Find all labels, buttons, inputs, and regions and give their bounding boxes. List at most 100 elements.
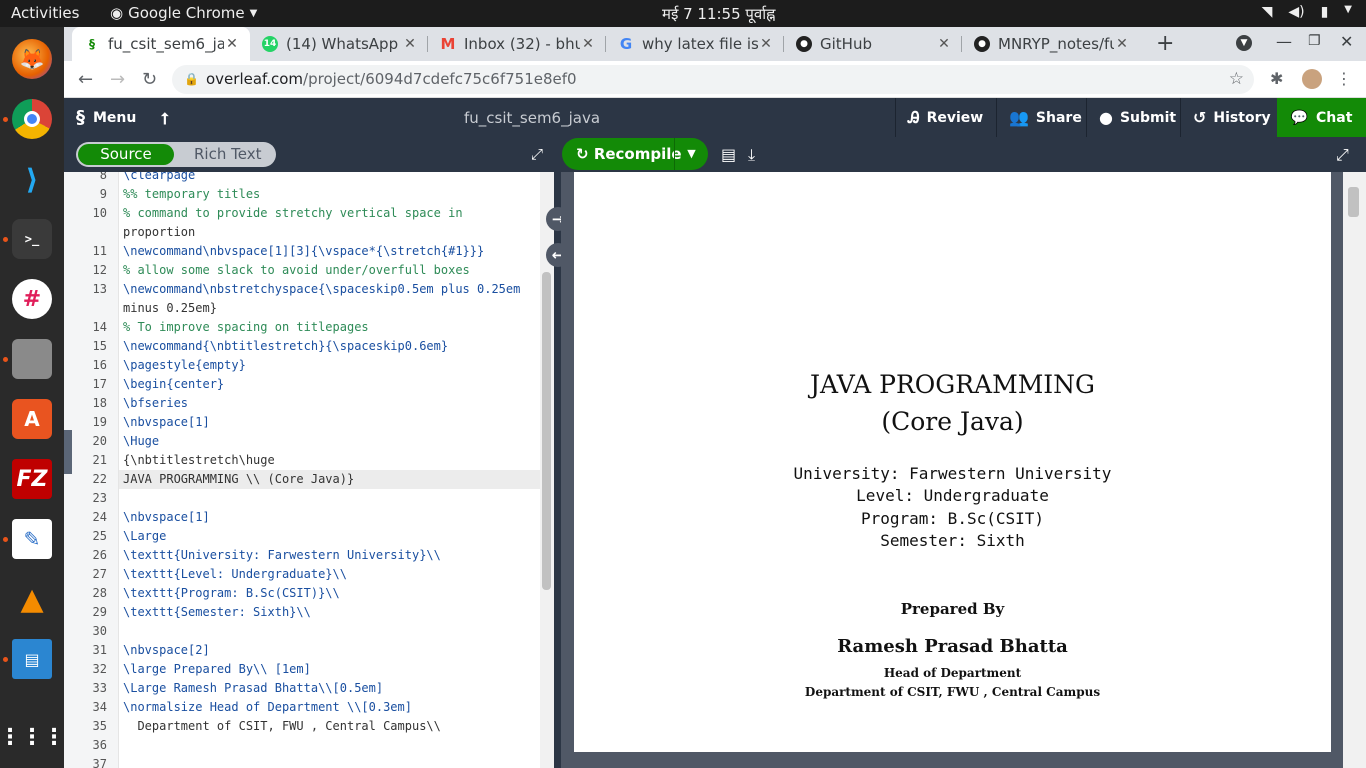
review-icon: Ꭿ <box>908 107 920 127</box>
code-line[interactable]: proportion <box>123 223 543 242</box>
history-button[interactable]: ↺ History <box>1180 98 1277 137</box>
code-line[interactable]: JAVA PROGRAMMING \\ (Core Java)} <box>123 470 543 489</box>
code-line[interactable]: %% temporary titles <box>123 185 543 204</box>
logs-icon[interactable]: ▤ <box>721 145 736 164</box>
avatar[interactable] <box>1302 69 1322 89</box>
tab-github[interactable]: ● GitHub ✕ <box>784 27 962 61</box>
code-line[interactable]: \large Prepared By\\ [1em] <box>123 660 543 679</box>
code-editor[interactable]: 8 \clearpage 9 %% temporary titles 10 % comma… <box>64 172 554 768</box>
code-line[interactable]: \nbvspace[1] <box>123 508 543 527</box>
more-menu-icon[interactable]: ⋮ <box>1336 69 1352 88</box>
vlc-icon[interactable]: ▲ <box>12 579 52 619</box>
slack-icon[interactable]: # <box>12 279 52 319</box>
code-line[interactable]: \texttt{Program: B.Sc(CSIT)}\\ <box>123 584 543 603</box>
rich-text-mode-button[interactable]: Rich Text <box>194 144 261 165</box>
reload-button[interactable]: ↻ <box>142 69 157 90</box>
new-tab-button[interactable]: + <box>1156 31 1174 56</box>
system-tray[interactable]: ◥ ◀) ▮ ▼ <box>1262 4 1352 20</box>
share-button[interactable]: 👥 Share <box>996 98 1087 137</box>
scrollbar-thumb[interactable] <box>1348 187 1359 217</box>
close-icon[interactable]: ✕ <box>580 36 596 52</box>
code-line[interactable]: \texttt{Level: Undergraduate}\\ <box>123 565 543 584</box>
software-center-icon[interactable]: A <box>12 399 52 439</box>
code-line[interactable]: \begin{center} <box>123 375 543 394</box>
clock[interactable]: मई 7 11:55 पूर्वाह्न <box>662 4 776 24</box>
extensions-icon[interactable]: ✱ <box>1270 69 1283 88</box>
project-title[interactable]: fu_csit_sem6_java <box>464 109 600 127</box>
code-line[interactable]: {\nbtitlestretch\huge <box>123 451 543 470</box>
close-icon[interactable]: ✕ <box>402 36 418 52</box>
code-line[interactable]: \clearpage <box>123 172 543 185</box>
vscode-icon[interactable]: ⟩ <box>12 159 52 199</box>
code-line[interactable]: \newcommand\nbvspace[1][3]{\vspace*{\str… <box>123 242 543 261</box>
whatsapp-icon: 14 <box>262 36 278 52</box>
close-window-button[interactable]: ✕ <box>1340 32 1353 51</box>
tab-github-notes[interactable]: ● MNRYP_notes/fu ✕ <box>962 27 1140 61</box>
activities-button[interactable]: Activities <box>11 4 79 22</box>
code-line[interactable]: \Large Ramesh Prasad Bhatta\\[0.5em] <box>123 679 543 698</box>
recompile-options-button[interactable]: ▼ <box>674 138 708 170</box>
menu-button[interactable]: § Menu <box>76 98 136 137</box>
close-icon[interactable]: ✕ <box>758 36 774 52</box>
code-line[interactable]: Department of CSIT, FWU , Central Campus… <box>123 717 543 736</box>
close-icon[interactable]: ✕ <box>224 36 240 52</box>
text-editor-icon[interactable]: ✎ <box>12 519 52 559</box>
download-pdf-icon[interactable]: ⤓ <box>748 145 755 165</box>
address-input[interactable]: 🔒 overleaf.com/project/6094d7cdefc75c6f75… <box>172 65 1254 94</box>
gmail-icon: M <box>440 35 456 53</box>
bookmark-star-icon[interactable]: ☆ <box>1229 65 1244 94</box>
code-line[interactable]: \pagestyle{empty} <box>123 356 543 375</box>
code-line[interactable]: % command to provide stretchy vertical s… <box>123 204 543 223</box>
back-button[interactable]: ← <box>78 69 93 90</box>
code-line[interactable]: \bfseries <box>123 394 543 413</box>
chrome-icon[interactable] <box>12 99 52 139</box>
code-line[interactable]: \Large <box>123 527 543 546</box>
code-line[interactable]: \nbvspace[1] <box>123 413 543 432</box>
expand-editor-icon[interactable]: ⤢ <box>531 145 543 163</box>
firefox-icon[interactable]: 🦊 <box>12 39 52 79</box>
filezilla-icon[interactable]: FZ <box>12 459 52 499</box>
code-line[interactable]: \Huge <box>123 432 543 451</box>
code-line[interactable]: % To improve spacing on titlepages <box>123 318 543 337</box>
chat-button[interactable]: 💬 Chat <box>1277 98 1366 137</box>
line-number: 17 <box>92 377 107 391</box>
line-number: 29 <box>92 605 107 619</box>
close-icon[interactable]: ✕ <box>936 36 952 52</box>
code-line[interactable]: % allow some slack to avoid under/overfu… <box>123 261 543 280</box>
scrollbar-thumb[interactable] <box>542 272 551 590</box>
tab-search-button[interactable]: ▼ <box>1236 35 1252 51</box>
app-grid-icon[interactable]: ⋮⋮⋮ <box>0 717 65 757</box>
close-icon[interactable]: ✕ <box>1114 36 1130 52</box>
expand-pdf-icon[interactable]: ⤢ <box>1336 145 1349 165</box>
code-line[interactable]: \newcommand{\nbtitlestretch}{\spaceskip0… <box>123 337 543 356</box>
code-line[interactable]: \newcommand\nbstretchyspace{\spaceskip0.… <box>123 280 543 299</box>
back-to-projects-icon[interactable]: ⭡ <box>161 109 169 129</box>
minimize-button[interactable]: — <box>1276 32 1292 51</box>
code-line[interactable]: \texttt{Semester: Sixth}\\ <box>123 603 543 622</box>
code-line[interactable] <box>123 489 543 508</box>
code-line[interactable]: \nbvspace[2] <box>123 641 543 660</box>
files-icon[interactable] <box>12 339 52 379</box>
libreoffice-impress-icon[interactable]: ▤ <box>12 639 52 679</box>
pdf-page[interactable]: JAVA PROGRAMMING (Core Java) University:… <box>574 172 1331 752</box>
code-line[interactable]: \normalsize Head of Department \\[0.3em] <box>123 698 543 717</box>
submit-button[interactable]: ● Submit <box>1086 98 1181 137</box>
code-line[interactable] <box>123 622 543 641</box>
tab-overleaf[interactable]: §fu_csit_sem6_java✕ <box>72 27 250 61</box>
review-button[interactable]: Ꭿ Review <box>895 98 998 137</box>
code-line[interactable]: \texttt{University: Farwestern Universit… <box>123 546 543 565</box>
gutter-handle[interactable] <box>64 430 72 474</box>
code-line[interactable]: minus 0.25em} <box>123 299 543 318</box>
forward-button[interactable]: → <box>110 69 125 90</box>
recompile-button[interactable]: ↻ Recompile ▼ <box>562 138 708 170</box>
maximize-button[interactable]: ❐ <box>1308 33 1321 49</box>
code-line[interactable] <box>123 755 543 768</box>
terminal-icon[interactable]: >_ <box>12 219 52 259</box>
code-line[interactable] <box>123 736 543 755</box>
tab-google-search[interactable]: Gwhy latex file is n✕ <box>606 27 784 61</box>
tab-gmail[interactable]: MInbox (32) - bhup✕ <box>428 27 606 61</box>
source-mode-button[interactable]: Source <box>78 144 174 165</box>
app-menu[interactable]: ◉ Google Chrome ▼ <box>110 4 257 22</box>
tab-whatsapp[interactable]: 14 (14) WhatsApp ✕ <box>250 27 428 61</box>
pdf-scrollbar[interactable] <box>1343 172 1366 768</box>
